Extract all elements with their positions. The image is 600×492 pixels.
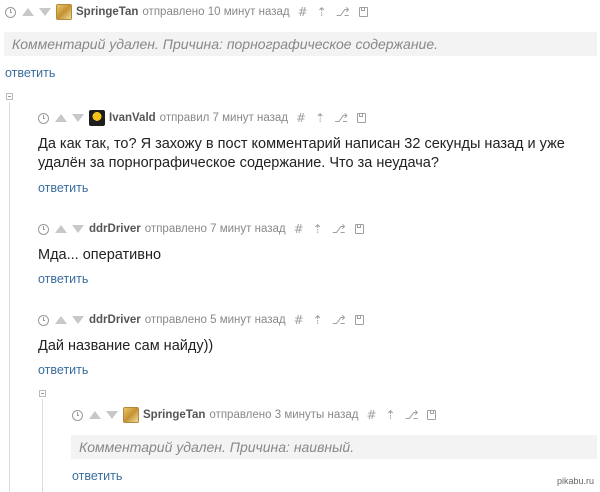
clock-icon xyxy=(38,314,49,326)
comment-text-line: удалён за порнографическое содержание. Ч… xyxy=(38,155,439,171)
comment-text-line: Да как так, то? Я захожу в пост коммента… xyxy=(38,136,565,152)
timestamp[interactable]: отправлено 7 минут назад xyxy=(145,223,286,235)
timestamp[interactable]: отправлено 5 минут назад xyxy=(145,314,286,326)
save-icon[interactable] xyxy=(358,7,368,17)
timestamp[interactable]: отправлено 3 минуты назад xyxy=(209,409,358,421)
parent-link-icon[interactable]: ⇡ xyxy=(317,5,327,19)
clock-icon xyxy=(38,223,49,235)
collapse-toggle[interactable] xyxy=(39,390,46,397)
comment-header: ddrDriver отправлено 7 минут назад # ⇡ ⎇ xyxy=(38,219,364,239)
branch-icon[interactable]: ⎇ xyxy=(332,222,346,236)
parent-link-icon[interactable]: ⇡ xyxy=(313,313,323,327)
parent-link-icon[interactable]: ⇡ xyxy=(313,222,323,236)
branch-icon[interactable]: ⎇ xyxy=(332,313,346,327)
comment-header: IvanVald отправил 7 минут назад # ⇡ ⎇ xyxy=(38,108,366,128)
clock-icon xyxy=(72,409,83,421)
author-name[interactable]: IvanVald xyxy=(109,112,156,124)
upvote-icon[interactable] xyxy=(22,8,34,16)
downvote-icon[interactable] xyxy=(39,8,51,16)
timestamp[interactable]: отправил 7 минут назад xyxy=(160,112,288,124)
upvote-icon[interactable] xyxy=(55,114,67,122)
deleted-message: Комментарий удален. Причина: порнографич… xyxy=(4,32,597,56)
clock-icon xyxy=(5,6,16,18)
save-icon[interactable] xyxy=(354,224,364,234)
downvote-icon[interactable] xyxy=(106,411,118,419)
branch-icon[interactable]: ⎇ xyxy=(405,408,419,422)
reply-link[interactable]: ответить xyxy=(38,272,88,286)
reply-link[interactable]: ответить xyxy=(38,181,88,195)
comment-text: Мда... оперативно xyxy=(38,247,162,263)
author-name[interactable]: SpringeTan xyxy=(143,409,205,421)
branch-icon[interactable]: ⎇ xyxy=(334,111,348,125)
branch-icon[interactable]: ⎇ xyxy=(336,5,350,19)
watermark: pikabu.ru xyxy=(556,476,594,486)
comment-header: ddrDriver отправлено 5 минут назад # ⇡ ⎇ xyxy=(38,310,364,330)
comment-5: SpringeTan отправлено 3 минуты назад # ⇡… xyxy=(72,405,437,425)
collapse-toggle[interactable] xyxy=(6,93,13,100)
timestamp[interactable]: отправлено 10 минут назад xyxy=(142,6,289,18)
reply-link[interactable]: ответить xyxy=(38,363,88,377)
thread-line xyxy=(9,102,10,492)
author-name[interactable]: SpringeTan xyxy=(76,6,138,18)
clock-icon xyxy=(38,112,49,124)
comment-4: ddrDriver отправлено 5 минут назад # ⇡ ⎇ xyxy=(38,310,364,330)
comment-1: SpringeTan отправлено 10 минут назад # ⇡… xyxy=(5,2,368,22)
upvote-icon[interactable] xyxy=(89,411,101,419)
save-icon[interactable] xyxy=(427,410,437,420)
upvote-icon[interactable] xyxy=(55,225,67,233)
comment-header: SpringeTan отправлено 10 минут назад # ⇡… xyxy=(5,2,368,22)
author-name[interactable]: ddrDriver xyxy=(89,314,141,326)
downvote-icon[interactable] xyxy=(72,225,84,233)
comment-text: Дай название сам найду)) xyxy=(38,338,214,354)
reply-link[interactable]: ответить xyxy=(5,66,55,80)
deleted-message: Комментарий удален. Причина: наивный. xyxy=(71,435,597,459)
parent-link-icon[interactable]: ⇡ xyxy=(315,111,325,125)
hash-icon[interactable]: # xyxy=(296,111,306,125)
comment-text: Да как так, то? Я захожу в пост коммента… xyxy=(38,135,565,173)
reply-link[interactable]: ответить xyxy=(72,469,122,483)
avatar[interactable] xyxy=(89,110,105,126)
hash-icon[interactable]: # xyxy=(298,5,308,19)
thread-line xyxy=(42,399,43,492)
hash-icon[interactable]: # xyxy=(366,408,376,422)
upvote-icon[interactable] xyxy=(55,316,67,324)
comment-header: SpringeTan отправлено 3 минуты назад # ⇡… xyxy=(72,405,437,425)
avatar[interactable] xyxy=(56,4,72,20)
hash-icon[interactable]: # xyxy=(294,222,304,236)
comment-3: ddrDriver отправлено 7 минут назад # ⇡ ⎇ xyxy=(38,219,364,239)
save-icon[interactable] xyxy=(354,315,364,325)
downvote-icon[interactable] xyxy=(72,316,84,324)
parent-link-icon[interactable]: ⇡ xyxy=(386,408,396,422)
downvote-icon[interactable] xyxy=(72,114,84,122)
save-icon[interactable] xyxy=(356,113,366,123)
avatar[interactable] xyxy=(123,407,139,423)
comment-2: IvanVald отправил 7 минут назад # ⇡ ⎇ xyxy=(38,108,366,128)
author-name[interactable]: ddrDriver xyxy=(89,223,141,235)
hash-icon[interactable]: # xyxy=(294,313,304,327)
